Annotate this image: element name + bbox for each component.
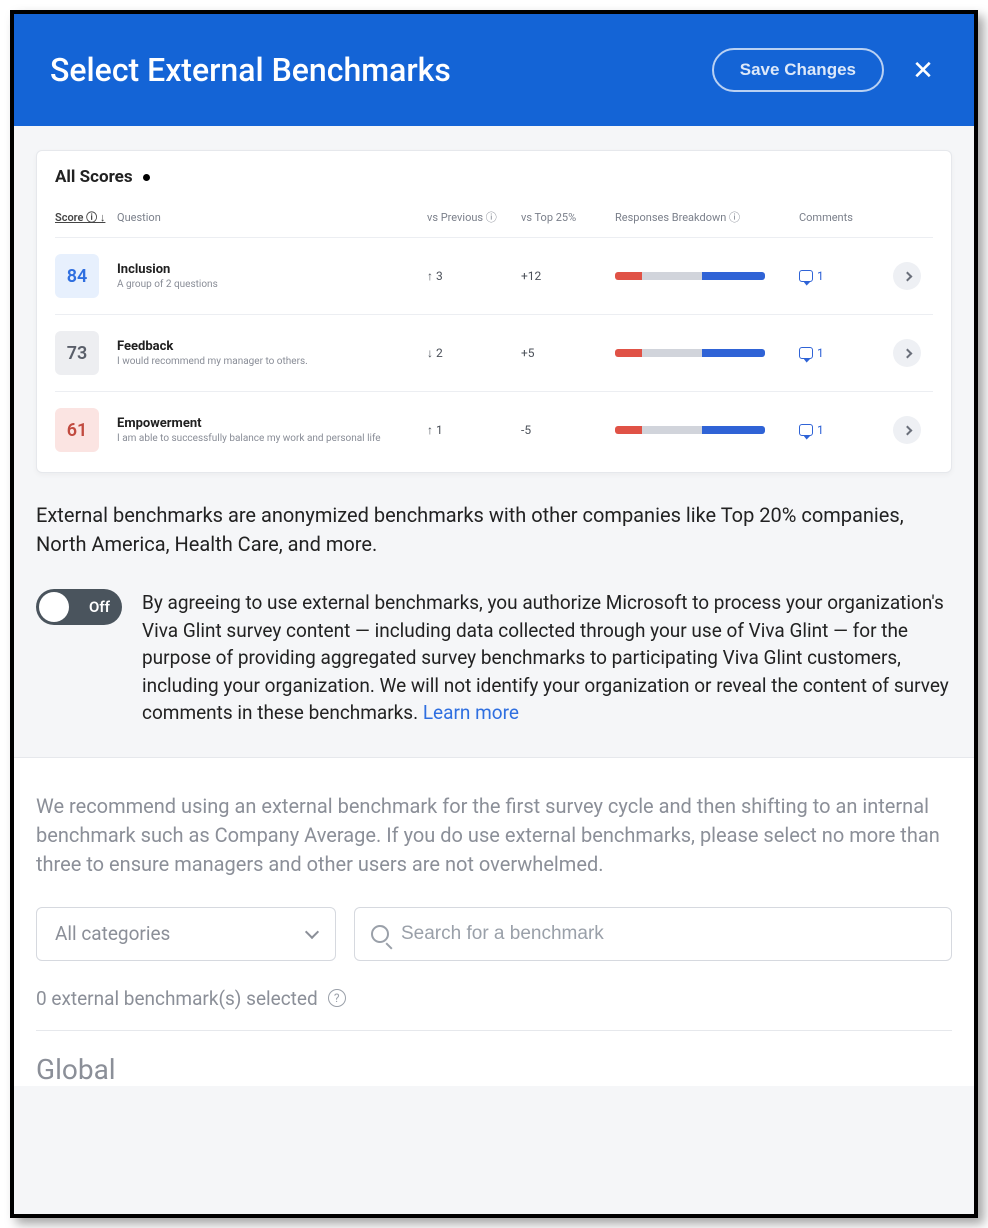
scorecard-indicator-dot xyxy=(143,174,150,181)
question-cell: Empowerment I am able to successfully ba… xyxy=(117,416,423,444)
breakdown-segment-favorable xyxy=(702,426,765,434)
vs-top25-value: +12 xyxy=(521,269,611,283)
toggle-label: Off xyxy=(89,598,110,616)
score-badge: 61 xyxy=(55,408,99,452)
consent-row: Off By agreeing to use external benchmar… xyxy=(36,589,952,727)
responses-breakdown-bar xyxy=(615,426,765,434)
consent-body: By agreeing to use external benchmarks, … xyxy=(142,591,949,724)
top-section: All Scores Score ⓘ ↓ Question vs Previou… xyxy=(14,126,974,757)
question-title: Inclusion xyxy=(117,262,423,277)
selected-count-row: 0 external benchmark(s) selected ? xyxy=(36,987,952,1010)
vs-previous-value: ↑ 1 xyxy=(427,423,517,437)
score-table-header: Score ⓘ ↓ Question vs Previous ⓘ vs Top … xyxy=(55,203,933,238)
selected-count-text: 0 external benchmark(s) selected xyxy=(36,987,318,1010)
comments-cell[interactable]: 1 xyxy=(799,346,889,360)
breakdown-segment-neutral xyxy=(642,426,702,434)
chevron-right-icon xyxy=(902,425,912,435)
vs-previous-value: ↑ 3 xyxy=(427,269,517,283)
modal-content: All Scores Score ⓘ ↓ Question vs Previou… xyxy=(14,126,974,1214)
breakdown-segment-neutral xyxy=(642,349,702,357)
breakdown-segment-favorable xyxy=(702,349,765,357)
consent-toggle[interactable]: Off xyxy=(36,589,122,625)
question-title: Empowerment xyxy=(117,416,423,431)
benchmark-search-input[interactable] xyxy=(401,923,935,945)
vs-top25-value: +5 xyxy=(521,346,611,360)
chevron-right-icon xyxy=(902,271,912,281)
breakdown-segment-unfavorable xyxy=(615,349,642,357)
question-subtitle: I would recommend my manager to others. xyxy=(117,356,423,367)
col-question: Question xyxy=(117,211,423,224)
intro-text: External benchmarks are anonymized bench… xyxy=(36,501,952,559)
scorecard-title: All Scores xyxy=(55,167,133,187)
recommendation-text: We recommend using an external benchmark… xyxy=(36,792,952,879)
comments-cell[interactable]: 1 xyxy=(799,423,889,437)
question-title: Feedback xyxy=(117,339,423,354)
filter-controls: All categories xyxy=(36,907,952,961)
modal-header: Select External Benchmarks Save Changes … xyxy=(14,14,974,126)
close-icon: ✕ xyxy=(912,55,934,86)
category-dropdown[interactable]: All categories xyxy=(36,907,336,961)
col-vs-top25: vs Top 25% xyxy=(521,211,611,224)
col-responses: Responses Breakdown ⓘ xyxy=(615,209,795,225)
comments-cell[interactable]: 1 xyxy=(799,269,889,283)
scorecard: All Scores Score ⓘ ↓ Question vs Previou… xyxy=(36,150,952,473)
question-subtitle: A group of 2 questions xyxy=(117,279,423,290)
table-row: 61 Empowerment I am able to successfully… xyxy=(55,392,933,472)
score-badge: 84 xyxy=(55,254,99,298)
table-row: 73 Feedback I would recommend my manager… xyxy=(55,315,933,392)
vs-previous-value: ↓ 2 xyxy=(427,346,517,360)
col-score[interactable]: Score ⓘ ↓ xyxy=(55,209,113,225)
benchmark-group-heading: Global xyxy=(36,1053,952,1086)
header-actions: Save Changes ✕ xyxy=(712,48,938,92)
bottom-section: We recommend using an external benchmark… xyxy=(14,757,974,1086)
score-badge: 73 xyxy=(55,331,99,375)
chevron-right-icon xyxy=(902,348,912,358)
modal-title: Select External Benchmarks xyxy=(50,51,451,89)
row-expand-button[interactable] xyxy=(893,339,921,367)
close-button[interactable]: ✕ xyxy=(908,55,938,85)
benchmark-search-box[interactable] xyxy=(354,907,952,961)
scorecard-title-row: All Scores xyxy=(55,167,933,187)
category-dropdown-label: All categories xyxy=(55,922,170,945)
breakdown-segment-unfavorable xyxy=(615,272,642,280)
help-icon[interactable]: ? xyxy=(328,989,346,1007)
breakdown-segment-neutral xyxy=(642,272,702,280)
comment-icon xyxy=(799,270,813,282)
learn-more-link[interactable]: Learn more xyxy=(423,701,519,724)
search-icon xyxy=(371,925,389,943)
modal-frame: Select External Benchmarks Save Changes … xyxy=(10,10,978,1218)
col-comments: Comments xyxy=(799,211,889,224)
question-subtitle: I am able to successfully balance my wor… xyxy=(117,433,423,444)
row-expand-button[interactable] xyxy=(893,262,921,290)
vs-top25-value: -5 xyxy=(521,423,611,437)
comments-count: 1 xyxy=(817,423,824,437)
divider xyxy=(36,1030,952,1031)
comment-icon xyxy=(799,424,813,436)
table-row: 84 Inclusion A group of 2 questions ↑ 3 … xyxy=(55,238,933,315)
question-cell: Feedback I would recommend my manager to… xyxy=(117,339,423,367)
breakdown-segment-favorable xyxy=(702,272,765,280)
breakdown-segment-unfavorable xyxy=(615,426,642,434)
chevron-down-icon xyxy=(305,925,319,939)
question-cell: Inclusion A group of 2 questions xyxy=(117,262,423,290)
comments-count: 1 xyxy=(817,269,824,283)
responses-breakdown-bar xyxy=(615,272,765,280)
save-changes-button[interactable]: Save Changes xyxy=(712,48,884,92)
comment-icon xyxy=(799,347,813,359)
row-expand-button[interactable] xyxy=(893,416,921,444)
toggle-knob xyxy=(39,592,69,622)
responses-breakdown-bar xyxy=(615,349,765,357)
consent-text: By agreeing to use external benchmarks, … xyxy=(142,589,952,727)
comments-count: 1 xyxy=(817,346,824,360)
col-vs-previous: vs Previous ⓘ xyxy=(427,209,517,225)
